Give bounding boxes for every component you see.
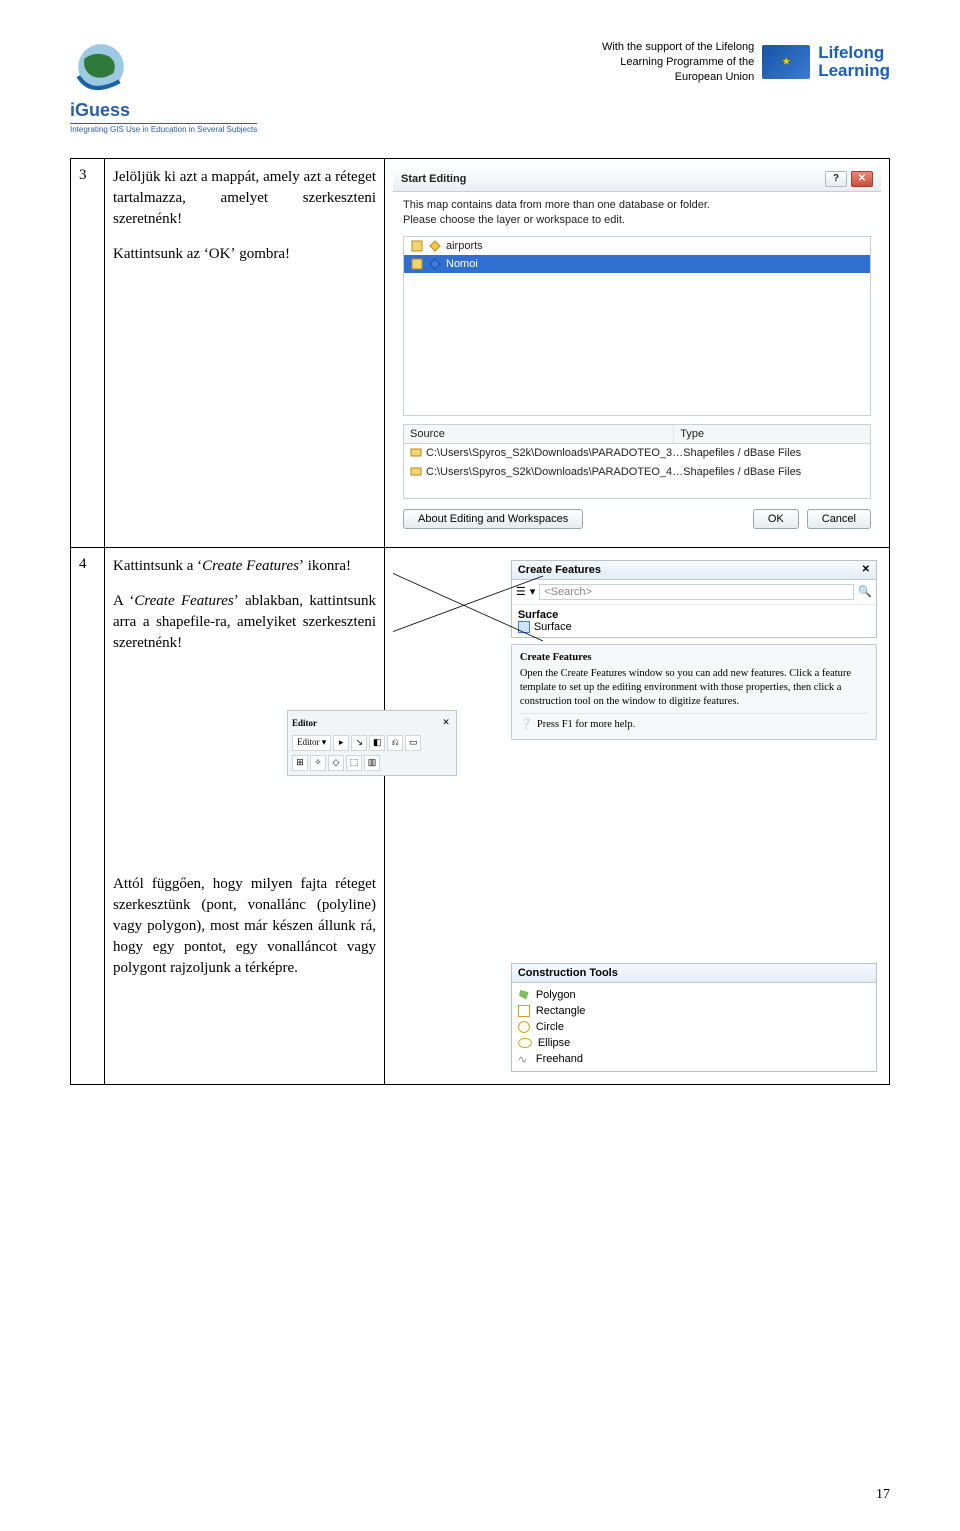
lifelong-learning-text: Lifelong Learning [818,44,890,80]
steps-table: 3 Jelöljük ki azt a mappát, amely azt a … [70,158,890,1085]
create-features-panel: Create Features ✕ ☰ ▾ 🔍 Surface [511,560,877,638]
about-editing-button[interactable]: About Editing and Workspaces [403,509,583,529]
source-row[interactable]: C:\Users\Spyros_S2k\Downloads\PARADOTEO_… [404,463,870,482]
rectangle-icon [518,1005,530,1017]
tool-icon[interactable]: ✧ [310,755,326,771]
editor-toolbar-title: Editor [292,715,317,731]
editor-toolbar[interactable]: Editor ✕ Editor ▾ ▸ ↘ ◧ ⎌ ▭ [287,710,457,776]
tool-icon[interactable]: ◧ [369,735,385,751]
tool-ellipse[interactable]: Ellipse [518,1035,870,1051]
ellipse-icon [518,1038,532,1048]
tooltip-title: Create Features [520,651,868,665]
source-header: Source [404,425,674,443]
help-icon: ❔ [520,718,533,732]
dialog-message: This map contains data from more than on… [393,192,881,232]
polygon-template-icon [518,621,530,633]
search-icon[interactable]: 🔍 [858,585,872,598]
folder-icon [410,465,422,480]
tool-rectangle[interactable]: Rectangle [518,1003,870,1019]
tool-icon[interactable]: ◇ [328,755,344,771]
layer-icon [410,239,424,253]
template-surface[interactable]: Surface [518,621,870,633]
create-features-search[interactable] [539,584,854,600]
panel-title: Create Features [518,564,601,576]
close-button[interactable]: ✕ [851,171,873,187]
eu-flag-icon [762,45,810,79]
tool-icon[interactable]: ⬚ [346,755,362,771]
point-icon [428,239,442,253]
globe-icon [70,40,132,102]
polygon-icon [428,257,442,271]
source-list[interactable]: C:\Users\Spyros_S2k\Downloads\PARADOTEO_… [403,443,871,499]
step4-instructions: Kattintsunk a ʻCreate Featuresʼ ikonra! … [105,547,385,1084]
step-number: 4 [71,547,105,1084]
step3-instructions: Jelöljük ki azt a mappát, amely azt a ré… [105,159,385,548]
panel-title: Construction Tools [518,967,618,979]
folder-icon [410,446,422,461]
tool-circle[interactable]: Circle [518,1019,870,1035]
freehand-icon: ∿ [518,1053,530,1065]
tool-icon[interactable]: ↘ [351,735,367,751]
filter-icon[interactable]: ▾ [530,585,536,598]
source-header-row: Source Type [403,424,871,443]
layer-nomoi-row[interactable]: Nomoi [404,255,870,273]
construction-tools-panel: Construction Tools Polygon Rectangle [511,963,877,1072]
polygon-icon [518,989,530,1001]
tool-icon[interactable]: ⎌ [387,735,403,751]
layer-airports-row[interactable]: airports [404,237,870,255]
cancel-button[interactable]: Cancel [807,509,871,529]
brand-name: iGuess [70,100,130,121]
tool-icon[interactable]: ▸ [333,735,349,751]
start-editing-dialog: Start Editing ? ✕ This map contains data… [393,167,881,539]
iguess-logo: iGuess Integrating GIS Use in Education … [70,40,257,134]
eu-logo-block: With the support of the Lifelong Learnin… [602,40,890,85]
filter-icon[interactable]: ☰ [516,585,526,598]
source-row[interactable]: C:\Users\Spyros_S2k\Downloads\PARADOTEO_… [404,444,870,463]
close-icon[interactable]: ✕ [440,715,452,731]
tool-polygon[interactable]: Polygon [518,987,870,1003]
tool-icon[interactable]: ▭ [405,735,421,751]
layer-icon [410,257,424,271]
brand-tagline: Integrating GIS Use in Education in Seve… [70,123,257,134]
eu-support-text: With the support of the Lifelong Learnin… [602,40,754,85]
tool-freehand[interactable]: ∿ Freehand [518,1051,870,1067]
tool-icon[interactable]: ⊞ [292,755,308,771]
create-features-tooltip: Create Features Open the Create Features… [511,644,877,740]
tooltip-body: Open the Create Features window so you c… [520,667,868,710]
ok-button[interactable]: OK [753,509,799,529]
type-header: Type [674,425,870,443]
help-button[interactable]: ? [825,171,847,187]
editor-menu-button[interactable]: Editor ▾ [292,735,331,751]
panel-close-icon[interactable]: ✕ [862,564,870,575]
page-number: 17 [876,1487,890,1503]
template-group-label: Surface [518,609,870,621]
dialog-title: Start Editing [401,173,466,185]
step-number: 3 [71,159,105,548]
create-features-icon[interactable]: ▥ [364,755,380,771]
circle-icon [518,1021,530,1033]
page-header: iGuess Integrating GIS Use in Education … [70,40,890,140]
layer-list[interactable]: airports Nomoi [403,236,871,416]
